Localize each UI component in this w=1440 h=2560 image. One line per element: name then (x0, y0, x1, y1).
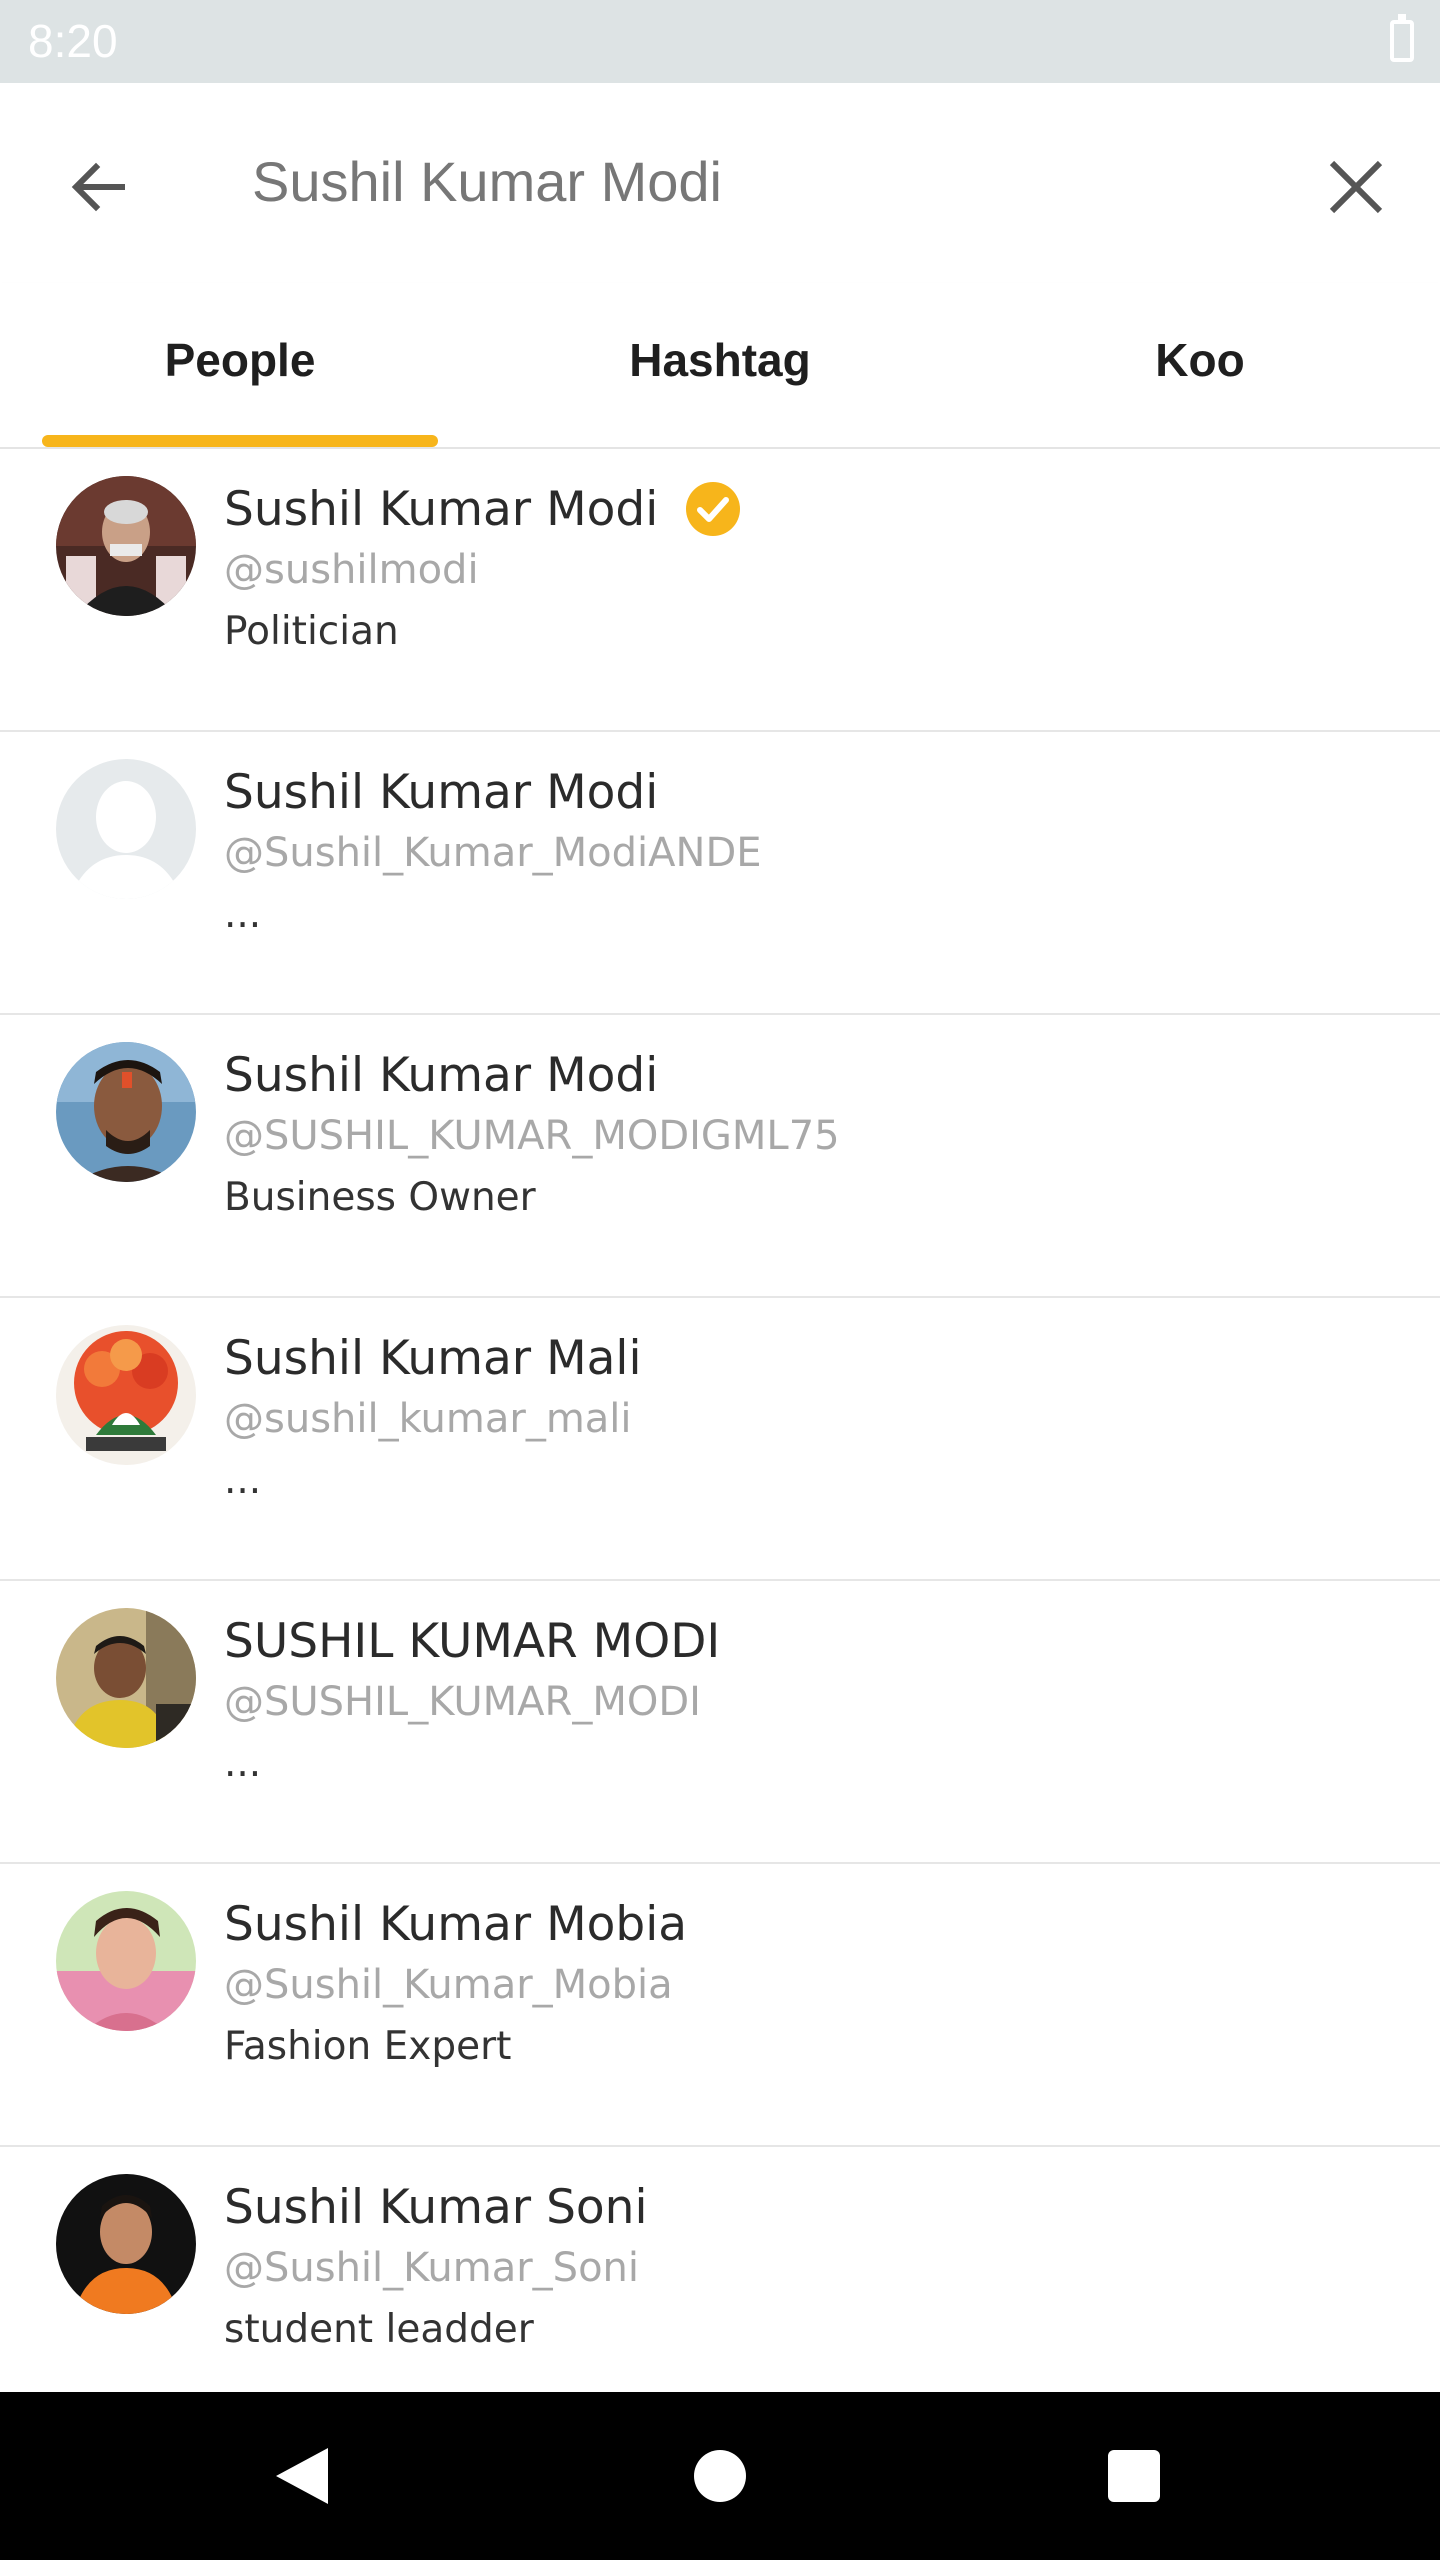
avatar-placeholder (56, 759, 196, 899)
tab-koo[interactable]: Koo (1000, 333, 1400, 387)
user-name: Sushil Kumar Mobia (224, 1896, 688, 1952)
nav-recents-icon[interactable] (1108, 2450, 1160, 2502)
user-name: Sushil Kumar Modi (224, 764, 659, 820)
tab-hashtag[interactable]: Hashtag (520, 333, 920, 387)
user-handle: @Sushil_Kumar_ModiANDE (224, 830, 762, 876)
user-handle: @SUSHIL_KUMAR_MODI (224, 1679, 701, 1725)
list-item[interactable]: Sushil Kumar Mobia @Sushil_Kumar_Mobia F… (0, 1864, 1440, 2147)
tab-people[interactable]: People (42, 333, 438, 387)
user-handle: @sushil_kumar_mali (224, 1396, 632, 1442)
list-item[interactable]: Sushil Kumar Soni @Sushil_Kumar_Soni stu… (0, 2147, 1440, 2392)
user-name: SUSHIL KUMAR MODI (224, 1613, 721, 1669)
avatar (56, 1608, 196, 1748)
nav-back-icon[interactable] (272, 2444, 332, 2508)
user-handle: @sushilmodi (224, 547, 479, 593)
list-item[interactable]: SUSHIL KUMAR MODI @SUSHIL_KUMAR_MODI ... (0, 1581, 1440, 1864)
search-input[interactable]: Sushil Kumar Modi (252, 149, 722, 214)
system-nav-bar (0, 2392, 1440, 2560)
user-bio: student leadder (224, 2307, 534, 2352)
list-item[interactable]: Sushil Kumar Modi @sushilmodi Politician (0, 449, 1440, 732)
user-bio: Politician (224, 609, 399, 654)
user-handle: @Sushil_Kumar_Soni (224, 2245, 639, 2291)
user-bio: Business Owner (224, 1175, 536, 1220)
tab-bar: People Hashtag Koo (0, 283, 1440, 449)
arrow-left-icon[interactable] (58, 147, 138, 227)
user-name: Sushil Kumar Mali (224, 1330, 642, 1386)
avatar (56, 476, 196, 616)
avatar (56, 1891, 196, 2031)
list-item[interactable]: Sushil Kumar Mali @sushil_kumar_mali ... (0, 1298, 1440, 1581)
user-handle: @SUSHIL_KUMAR_MODIGML75 (224, 1113, 840, 1159)
user-bio: ... (224, 1458, 262, 1503)
avatar (56, 2174, 196, 2314)
user-name: Sushil Kumar Modi (224, 1047, 659, 1103)
status-bar: 8:20 (0, 0, 1440, 83)
avatar (56, 1042, 196, 1182)
user-handle: @Sushil_Kumar_Mobia (224, 1962, 673, 2008)
nav-home-icon[interactable] (694, 2450, 746, 2502)
user-name: Sushil Kumar Modi (224, 481, 659, 537)
battery-icon (1390, 14, 1414, 62)
user-bio: ... (224, 892, 262, 937)
results-list: Sushil Kumar Modi @sushilmodi Politician (0, 449, 1440, 2392)
avatar (56, 1325, 196, 1465)
list-item[interactable]: Sushil Kumar Modi @Sushil_Kumar_ModiANDE… (0, 732, 1440, 1015)
search-header: Sushil Kumar Modi (0, 83, 1440, 283)
user-bio: ... (224, 1741, 262, 1786)
close-icon[interactable] (1316, 147, 1396, 227)
status-time: 8:20 (28, 15, 118, 67)
verified-badge-icon (684, 480, 742, 538)
list-item[interactable]: Sushil Kumar Modi @SUSHIL_KUMAR_MODIGML7… (0, 1015, 1440, 1298)
tab-indicator (42, 435, 438, 447)
user-name: Sushil Kumar Soni (224, 2179, 648, 2235)
user-bio: Fashion Expert (224, 2024, 512, 2069)
